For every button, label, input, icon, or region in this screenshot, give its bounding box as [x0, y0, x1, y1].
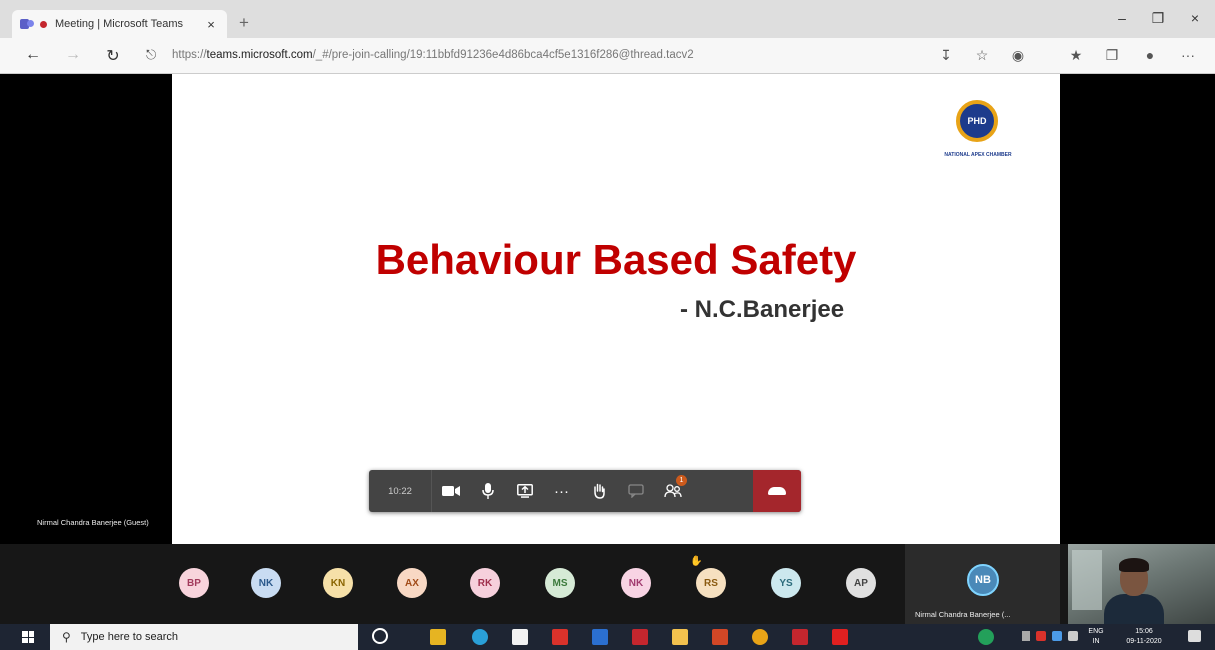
microphone-button[interactable] [469, 470, 506, 512]
red-app-icon[interactable] [552, 629, 568, 645]
hang-up-icon [768, 487, 786, 495]
phd-logo-emblem: PHD [956, 100, 998, 142]
participant-strip: BP NK KN AX RK MS NK RS YS AP ✋ NB Nirmal Chandra… [0, 544, 1215, 624]
camera-button[interactable] [432, 470, 469, 512]
participant-avatar[interactable]: NK [621, 568, 651, 598]
more-actions-button[interactable]: ··· [543, 470, 580, 512]
participant-avatar[interactable]: YS [771, 568, 801, 598]
browser-tab[interactable]: Meeting | Microsoft Teams × [12, 10, 227, 38]
store-icon[interactable] [512, 629, 528, 645]
spotlight-participant-tile[interactable]: NB Nirmal Chandra Banerjee (... [905, 544, 1060, 624]
pdf-app-icon[interactable] [832, 629, 848, 645]
mail-icon[interactable] [632, 629, 648, 645]
participant-avatar[interactable]: BP [179, 568, 209, 598]
raise-hand-button[interactable] [580, 470, 617, 512]
powerpoint-icon[interactable] [712, 629, 728, 645]
url-path: /_#/pre-join-calling/19:11bbfd91236e4d86… [312, 49, 694, 61]
video-background-window [1072, 550, 1102, 610]
share-screen-icon [516, 484, 533, 498]
participant-avatar[interactable]: AX [397, 568, 427, 598]
video-person-hair [1119, 558, 1149, 572]
word-icon[interactable] [592, 629, 608, 645]
slide-title: Behaviour Based Safety [375, 236, 857, 283]
language-top: ENG [1088, 628, 1104, 635]
call-timer: 10:22 [388, 485, 412, 497]
participants-icon [663, 484, 682, 498]
taskbar-search[interactable]: ⚲ Type here to search [50, 624, 358, 650]
tray-chevron-icon[interactable] [1022, 631, 1030, 641]
url-prefix: https:// [172, 49, 207, 61]
language-bottom: IN [1092, 638, 1100, 645]
network-icon[interactable] [1052, 631, 1062, 641]
language-indicator[interactable]: ENG IN [1084, 627, 1108, 647]
clock-date: 09-11-2020 [1126, 638, 1162, 645]
spotlight-avatar: NB [967, 564, 999, 596]
recording-dot-icon [40, 20, 47, 28]
tab-title: Meeting | Microsoft Teams [55, 18, 183, 30]
address-bar: ← → ↻ ⎋ https://teams.microsoft.com/_#/p… [0, 38, 1215, 74]
file-explorer-icon[interactable] [430, 629, 446, 645]
extension-icon[interactable]: ◉ [1008, 47, 1028, 64]
hang-up-button[interactable] [753, 470, 801, 512]
call-controls-bar: 10:22 ··· 1 [369, 470, 801, 512]
phd-logo-caption: NATIONAL APEX CHAMBER [944, 152, 1012, 158]
participant-avatar[interactable]: AP [846, 568, 876, 598]
download-icon[interactable]: ↧ [936, 47, 956, 64]
search-placeholder: Type here to search [80, 631, 179, 643]
participant-avatar[interactable]: RS [696, 568, 726, 598]
raised-hand-icon: ✋ [690, 556, 703, 567]
edge-browser-icon[interactable] [472, 629, 488, 645]
search-icon: ⚲ [62, 630, 71, 644]
chat-icon [627, 484, 644, 498]
spotlight-name: Nirmal Chandra Banerjee (... [915, 610, 1011, 619]
maximize-button[interactable]: ❐ [1143, 10, 1173, 27]
collections-icon[interactable]: ❐ [1102, 47, 1122, 64]
refresh-button[interactable]: ↻ [102, 46, 124, 66]
notifications-icon[interactable] [1188, 630, 1201, 642]
participants-count-badge: 1 [676, 475, 687, 486]
acrobat-icon[interactable] [792, 629, 808, 645]
lock-icon[interactable]: ⎋ [146, 47, 156, 63]
cortana-icon[interactable] [372, 628, 388, 644]
presenter-name-label: Nirmal Chandra Banerjee (Guest) [37, 518, 149, 527]
share-screen-button[interactable] [506, 470, 543, 512]
new-tab-button[interactable]: + [234, 13, 254, 33]
volume-icon[interactable] [1068, 631, 1078, 641]
profile-icon[interactable]: ● [1140, 47, 1160, 63]
sticky-notes-icon[interactable] [672, 629, 688, 645]
video-person-body [1104, 594, 1164, 624]
camera-icon [441, 486, 460, 496]
url-field[interactable]: https://teams.microsoft.com/_#/pre-join-… [172, 49, 694, 61]
tab-close-button[interactable]: × [203, 17, 219, 32]
url-host: teams.microsoft.com [206, 49, 313, 61]
raise-hand-icon [593, 483, 605, 499]
tray-app-icon[interactable] [1036, 631, 1046, 641]
more-menu-button[interactable]: ··· [1178, 47, 1198, 63]
participants-button[interactable]: 1 [654, 470, 691, 512]
meeting-stage: PHD NATIONAL APEX CHAMBER Behaviour Base… [0, 74, 1215, 544]
participant-avatar[interactable]: NK [251, 568, 281, 598]
clock[interactable]: 15:06 09-11-2020 [1114, 627, 1174, 647]
participant-avatar[interactable]: RK [470, 568, 500, 598]
teams-icon [20, 18, 34, 30]
vpn-icon[interactable] [978, 629, 994, 645]
microphone-icon [481, 483, 494, 499]
browser-tab-bar: Meeting | Microsoft Teams × + – ❐ × [0, 0, 1215, 38]
windows-taskbar: ⚲ Type here to search ENG IN 15:06 09-11-2… [0, 624, 1215, 650]
favorite-star-icon[interactable]: ☆ [972, 47, 992, 64]
participant-avatar[interactable]: MS [545, 568, 575, 598]
participant-avatar[interactable]: KN [323, 568, 353, 598]
back-button[interactable]: ← [22, 46, 44, 64]
self-video-tile[interactable] [1068, 544, 1215, 624]
close-window-button[interactable]: × [1180, 10, 1210, 26]
favorites-icon[interactable]: ★ [1066, 47, 1086, 64]
windows-start-icon[interactable] [22, 631, 34, 643]
phd-chamber-logo: PHD NATIONAL APEX CHAMBER [928, 100, 1028, 170]
clock-time: 15:06 [1135, 628, 1153, 635]
minimize-button[interactable]: – [1107, 10, 1137, 26]
forward-button[interactable]: → [62, 46, 84, 64]
slide-author: - N.C.Banerjee [680, 296, 845, 323]
chrome-icon[interactable] [752, 629, 768, 645]
chat-button[interactable] [617, 470, 654, 512]
